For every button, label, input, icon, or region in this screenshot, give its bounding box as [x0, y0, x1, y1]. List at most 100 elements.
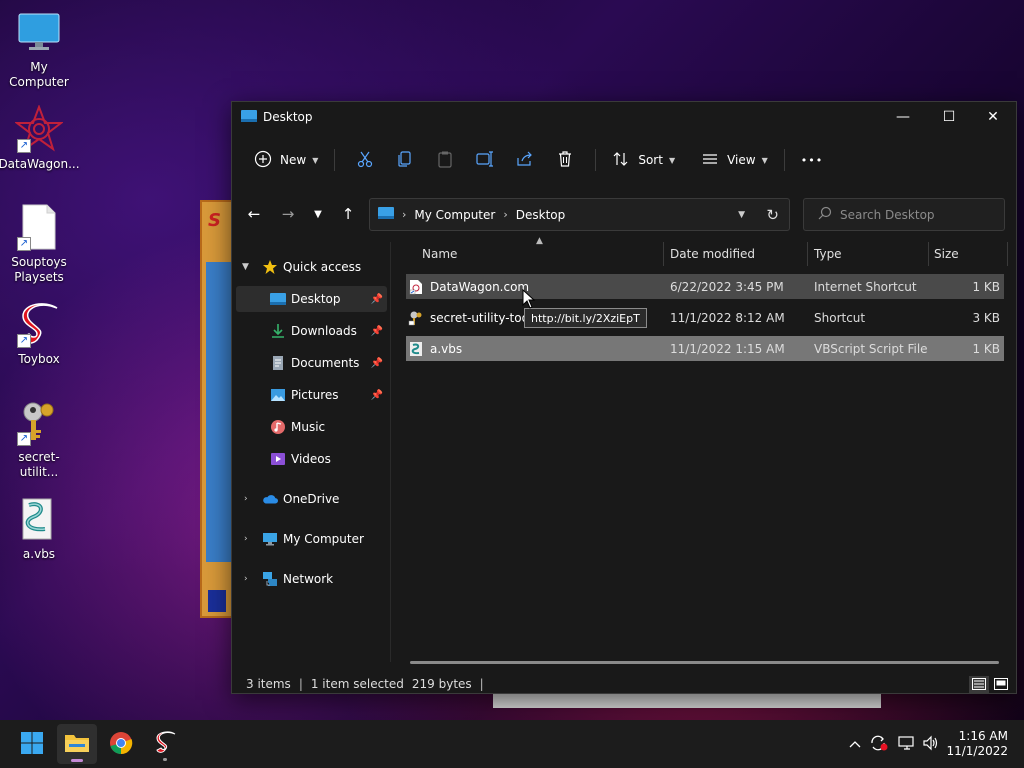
nav-label: Network [283, 572, 334, 586]
horizontal-scrollbar[interactable] [410, 661, 999, 664]
view-label: View [727, 153, 756, 167]
table-row[interactable]: secret-utility-tool 11/1/2022 8:12 AM Sh… [406, 305, 1004, 330]
chevron-down-icon: ▼ [761, 155, 768, 165]
pin-icon[interactable]: 📌 [371, 326, 383, 337]
share-button[interactable] [505, 144, 545, 176]
recent-locations-button[interactable]: ▼ [306, 202, 330, 226]
column-header-type[interactable]: Type [814, 242, 842, 266]
music-icon [270, 419, 286, 435]
chevron-down-icon: ▼ [668, 155, 676, 165]
maximize-button[interactable]: ☐ [926, 102, 972, 132]
file-explorer-window[interactable]: Desktop — ☐ ✕ New ▼ Sort ▼ View ▼ ••• ← … [231, 101, 1017, 694]
table-row[interactable]: a.vbs 11/1/2022 1:15 AM VBScript Script … [406, 336, 1004, 361]
desktop-icon-souptoys-playsets[interactable]: ↗ Souptoys Playsets [0, 203, 78, 285]
rename-button[interactable] [465, 144, 505, 176]
desktop-icon-label: My Computer [9, 60, 69, 89]
background-app-window[interactable]: S [200, 200, 234, 618]
desktop-icon-toybox[interactable]: ↗ Toybox [0, 300, 78, 367]
start-button[interactable] [12, 724, 52, 764]
table-row[interactable]: DataWagon.com 6/22/2022 3:45 PM Internet… [406, 274, 1004, 299]
nav-item-downloads[interactable]: Downloads 📌 [236, 318, 387, 344]
pictures-icon [270, 387, 286, 403]
taskbar-file-explorer[interactable] [57, 724, 97, 764]
nav-onedrive[interactable]: › OneDrive [232, 486, 387, 512]
details-view-toggle[interactable] [969, 676, 989, 694]
new-button[interactable]: New ▼ [248, 144, 324, 176]
nav-item-documents[interactable]: Documents 📌 [236, 350, 387, 376]
datawagon-icon: ↗ [15, 105, 63, 153]
column-header-size[interactable]: Size [934, 242, 959, 266]
chevron-down-icon: ▼ [312, 155, 319, 165]
column-divider[interactable] [1007, 242, 1008, 266]
taskbar-chrome[interactable] [101, 724, 141, 764]
show-hidden-icons-button[interactable] [845, 720, 865, 768]
sync-status-tray[interactable] [868, 720, 890, 768]
title-bar[interactable]: Desktop — ☐ ✕ [232, 102, 1016, 132]
clock[interactable]: 1:16 AM 11/1/2022 [946, 729, 1008, 759]
minimize-button[interactable]: — [880, 102, 926, 132]
breadcrumb-my-computer[interactable]: My Computer [414, 208, 495, 222]
name-cell: secret-utility-tool [408, 305, 532, 330]
chevron-right-icon: › [244, 534, 248, 544]
more-options-button[interactable]: ••• [795, 144, 829, 176]
address-history-chevron-icon[interactable]: ▼ [738, 210, 745, 220]
rename-icon [476, 150, 494, 171]
clipboard-icon [436, 150, 454, 171]
size-cell: 1 KB [972, 279, 1000, 294]
link-tooltip: http://bit.ly/2XziEpT [524, 308, 647, 328]
search-box[interactable] [803, 198, 1005, 231]
cut-button[interactable] [345, 144, 385, 176]
column-header-name[interactable]: Name [422, 242, 457, 266]
tiles-view-toggle[interactable] [991, 676, 1011, 694]
arrow-up-icon: ↑ [341, 205, 355, 223]
desktop-icon-label: secret-utilit... [18, 450, 60, 479]
up-button[interactable]: ↑ [336, 202, 360, 226]
column-divider[interactable] [663, 242, 664, 266]
pin-icon[interactable]: 📌 [371, 294, 383, 305]
pane-divider[interactable] [390, 242, 391, 662]
nav-label: Pictures [291, 388, 339, 402]
address-bar[interactable]: › My Computer › Desktop ▼ ↻ [369, 198, 790, 231]
nav-label: Documents [291, 356, 360, 370]
nav-item-desktop[interactable]: Desktop 📌 [236, 286, 387, 312]
network-icon [262, 571, 278, 587]
sort-label: Sort [638, 153, 663, 167]
nav-item-videos[interactable]: Videos [236, 446, 387, 472]
nav-my-computer[interactable]: › My Computer [232, 526, 387, 552]
nav-item-music[interactable]: Music [236, 414, 387, 440]
share-icon [516, 150, 534, 171]
column-header-date[interactable]: Date modified [670, 242, 755, 266]
back-button[interactable]: ← [242, 202, 266, 226]
forward-button[interactable]: → [276, 202, 300, 226]
nav-network[interactable]: › Network [232, 566, 387, 592]
copy-button[interactable] [385, 144, 425, 176]
star-icon [262, 259, 278, 275]
pin-icon[interactable]: 📌 [371, 390, 383, 401]
refresh-icon[interactable]: ↻ [766, 206, 779, 224]
desktop-icon-datawagon[interactable]: ↗ DataWagon... [0, 105, 80, 172]
desktop-icon-my-computer[interactable]: My Computer [0, 8, 78, 90]
nav-item-pictures[interactable]: Pictures 📌 [236, 382, 387, 408]
paste-button[interactable] [425, 144, 465, 176]
desktop-icon-a-vbs[interactable]: a.vbs [0, 495, 78, 562]
close-button[interactable]: ✕ [970, 102, 1016, 132]
nav-label: My Computer [283, 532, 364, 546]
computer-icon [262, 531, 278, 547]
nav-quick-access[interactable]: ▼ Quick access [232, 254, 387, 280]
breadcrumb-desktop[interactable]: Desktop [516, 208, 566, 222]
download-icon [270, 323, 286, 339]
chevron-down-icon: ▼ [242, 262, 249, 272]
toybox-icon: ↗ [15, 300, 63, 348]
desktop-icon-secret-utility[interactable]: ↗ secret-utilit... [0, 398, 78, 480]
search-input[interactable] [840, 207, 1000, 222]
desktop-icon-label: DataWagon... [0, 157, 80, 171]
column-divider[interactable] [807, 242, 808, 266]
network-tray[interactable] [896, 720, 918, 768]
pin-icon[interactable]: 📌 [371, 358, 383, 369]
column-divider[interactable] [928, 242, 929, 266]
taskbar-toybox[interactable] [145, 724, 185, 764]
volume-tray[interactable] [920, 720, 942, 768]
view-button[interactable]: View ▼ [695, 144, 774, 176]
sort-button[interactable]: Sort ▼ [606, 144, 681, 176]
delete-button[interactable] [545, 144, 585, 176]
